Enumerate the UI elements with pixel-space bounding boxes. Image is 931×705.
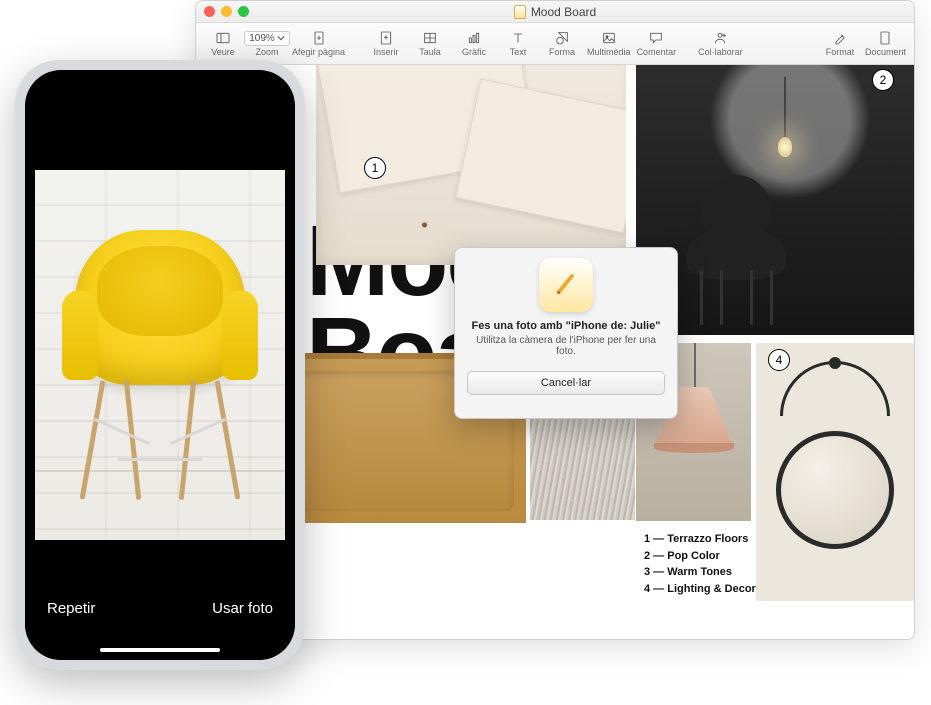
yellow-chair-graphic	[60, 230, 260, 510]
shape-icon	[551, 29, 573, 47]
chart-icon	[463, 29, 485, 47]
dialog-title: Fes una foto amb "iPhone de: Julie"	[472, 320, 661, 332]
camera-bottom-bar: Repetir Usar foto	[25, 574, 295, 660]
legend-list: 1 — Terrazzo Floors 2 — Pop Color 3 — Wa…	[644, 531, 756, 597]
iphone-device: Repetir Usar foto	[15, 60, 305, 670]
insert-icon	[375, 29, 397, 47]
collaborate-icon	[709, 29, 731, 47]
insert-button[interactable]: Inserir	[365, 27, 407, 59]
image-mirror[interactable]	[756, 343, 914, 601]
dark-chair-graphic	[666, 175, 806, 325]
cancel-button[interactable]: Cancel·lar	[467, 371, 665, 395]
comment-icon	[645, 29, 667, 47]
iphone-notch	[95, 70, 225, 94]
document-icon	[514, 5, 526, 19]
media-icon	[598, 29, 620, 47]
lightbulb-graphic	[784, 77, 786, 137]
window-title-text: Mood Board	[531, 5, 596, 19]
retake-button[interactable]: Repetir	[47, 600, 95, 617]
shape-button[interactable]: Forma	[541, 27, 583, 59]
collaborate-button[interactable]: Col·laborar	[696, 27, 745, 59]
camera-photo-preview[interactable]	[35, 170, 285, 540]
document-button[interactable]: Document	[863, 27, 908, 59]
format-button[interactable]: Format	[819, 27, 861, 59]
callout-1: 1	[364, 157, 386, 179]
text-icon	[507, 29, 529, 47]
continuity-camera-dialog: Fes una foto amb "iPhone de: Julie" Util…	[454, 247, 678, 419]
legend-item: 1 — Terrazzo Floors	[644, 531, 756, 548]
view-menu-button[interactable]: Veure	[202, 27, 244, 59]
titlebar: Mood Board	[196, 1, 914, 23]
legend-item: 4 — Lighting & Decor	[644, 581, 756, 598]
legend-item: 3 — Warm Tones	[644, 564, 756, 581]
pages-app-icon	[539, 258, 593, 312]
media-button[interactable]: Multimèdia	[585, 27, 633, 59]
chart-button[interactable]: Gràfic	[453, 27, 495, 59]
iphone-screen: Repetir Usar foto	[25, 70, 295, 660]
view-icon	[212, 29, 234, 47]
use-photo-button[interactable]: Usar foto	[212, 600, 273, 617]
zoom-value-badge: 109%	[256, 29, 278, 47]
toolbar: Veure 109% Zoom Afegir pàgina Inserir Ta…	[196, 23, 914, 65]
document-settings-icon	[874, 29, 896, 47]
image-terrazzo[interactable]	[316, 65, 626, 265]
add-page-button[interactable]: Afegir pàgina	[290, 27, 347, 59]
table-button[interactable]: Taula	[409, 27, 451, 59]
comment-button[interactable]: Comentar	[635, 27, 679, 59]
callout-4: 4	[768, 349, 790, 371]
text-button[interactable]: Text	[497, 27, 539, 59]
zoom-menu-button[interactable]: 109% Zoom	[246, 27, 288, 59]
legend-item: 2 — Pop Color	[644, 548, 756, 565]
window-title: Mood Board	[196, 5, 914, 19]
add-page-icon	[308, 29, 330, 47]
table-icon	[419, 29, 441, 47]
dialog-subtitle: Utilitza la càmera de l'iPhone per fer u…	[467, 335, 665, 357]
format-icon	[829, 29, 851, 47]
home-indicator[interactable]	[100, 648, 220, 652]
callout-2: 2	[872, 69, 894, 91]
